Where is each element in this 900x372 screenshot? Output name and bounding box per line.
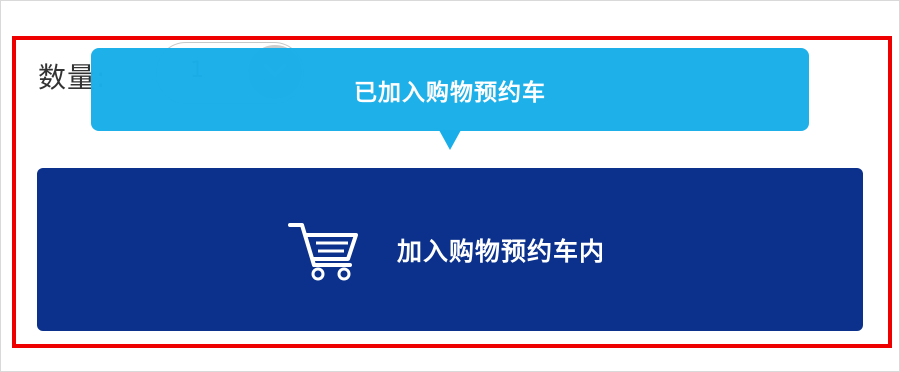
tooltip-tail — [439, 130, 461, 150]
added-to-cart-tooltip: 已加入购物预约车 — [91, 48, 809, 131]
add-to-cart-label: 加入购物预约车内 — [397, 237, 606, 266]
tooltip-text: 已加入购物预约车 — [354, 79, 546, 106]
shopping-cart-icon — [288, 223, 358, 281]
